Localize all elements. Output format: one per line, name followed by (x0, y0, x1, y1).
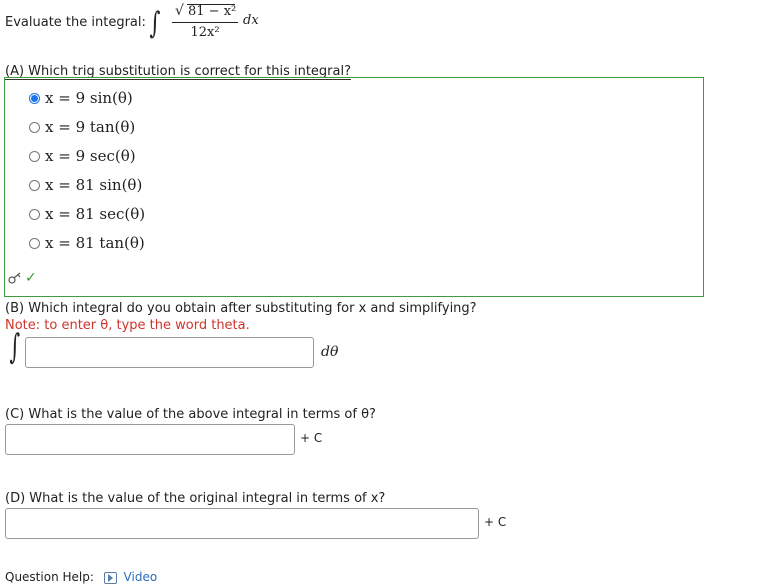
integral-answer-input[interactable] (25, 337, 314, 368)
problem-prompt: Evaluate the integral: (5, 15, 146, 30)
radio-button[interactable] (29, 92, 40, 104)
choice-label: x = 81 tan(θ) (45, 234, 145, 252)
radio-button[interactable] (29, 179, 40, 191)
choice-0[interactable]: x = 9 sin(θ) (29, 87, 133, 109)
part-c-question: (C) What is the value of the above integ… (5, 407, 376, 422)
plus-c-label: + C (484, 515, 507, 529)
choices-box: x = 9 sin(θ) x = 9 tan(θ) x = 9 sec(θ) x… (4, 77, 704, 297)
integrand-numerator: 81 − x² (188, 4, 237, 19)
part-d-question: (D) What is the value of the original in… (5, 491, 386, 506)
choice-label: x = 9 tan(θ) (45, 118, 136, 136)
radio-button[interactable] (29, 150, 40, 162)
choice-1[interactable]: x = 9 tan(θ) (29, 116, 135, 138)
radio-button[interactable] (29, 237, 40, 249)
radio-button[interactable] (29, 208, 40, 220)
plus-c-label: + C (300, 431, 323, 445)
part-b-question: (B) Which integral do you obtain after s… (5, 301, 477, 316)
sqrt-icon: √ (175, 3, 184, 19)
choice-label: x = 9 sec(θ) (45, 147, 136, 165)
choice-label: x = 81 sec(θ) (45, 205, 146, 223)
choice-2[interactable]: x = 9 sec(θ) (29, 145, 136, 167)
theta-answer-input[interactable] (5, 424, 295, 455)
check-icon: ✓ (25, 270, 37, 286)
x-answer-input[interactable] (5, 508, 479, 539)
choice-5[interactable]: x = 81 tan(θ) (29, 232, 145, 254)
choice-3[interactable]: x = 81 sin(θ) (29, 174, 142, 196)
theta-note: Note: to enter θ, type the word theta. (5, 318, 250, 333)
choice-label: x = 81 sin(θ) (45, 176, 143, 194)
dx-label: dx (243, 13, 259, 28)
integral-sign-icon: ∫ (149, 6, 161, 41)
choice-4[interactable]: x = 81 sec(θ) (29, 203, 145, 225)
radio-button[interactable] (29, 121, 40, 133)
integrand-denominator: 12x² (190, 25, 220, 40)
key-icon[interactable] (8, 272, 22, 284)
dtheta-label: dθ (321, 344, 339, 360)
fraction-bar (172, 22, 238, 23)
choice-label: x = 9 sin(θ) (45, 89, 133, 107)
integral-sign-icon: ∫ (9, 327, 21, 367)
